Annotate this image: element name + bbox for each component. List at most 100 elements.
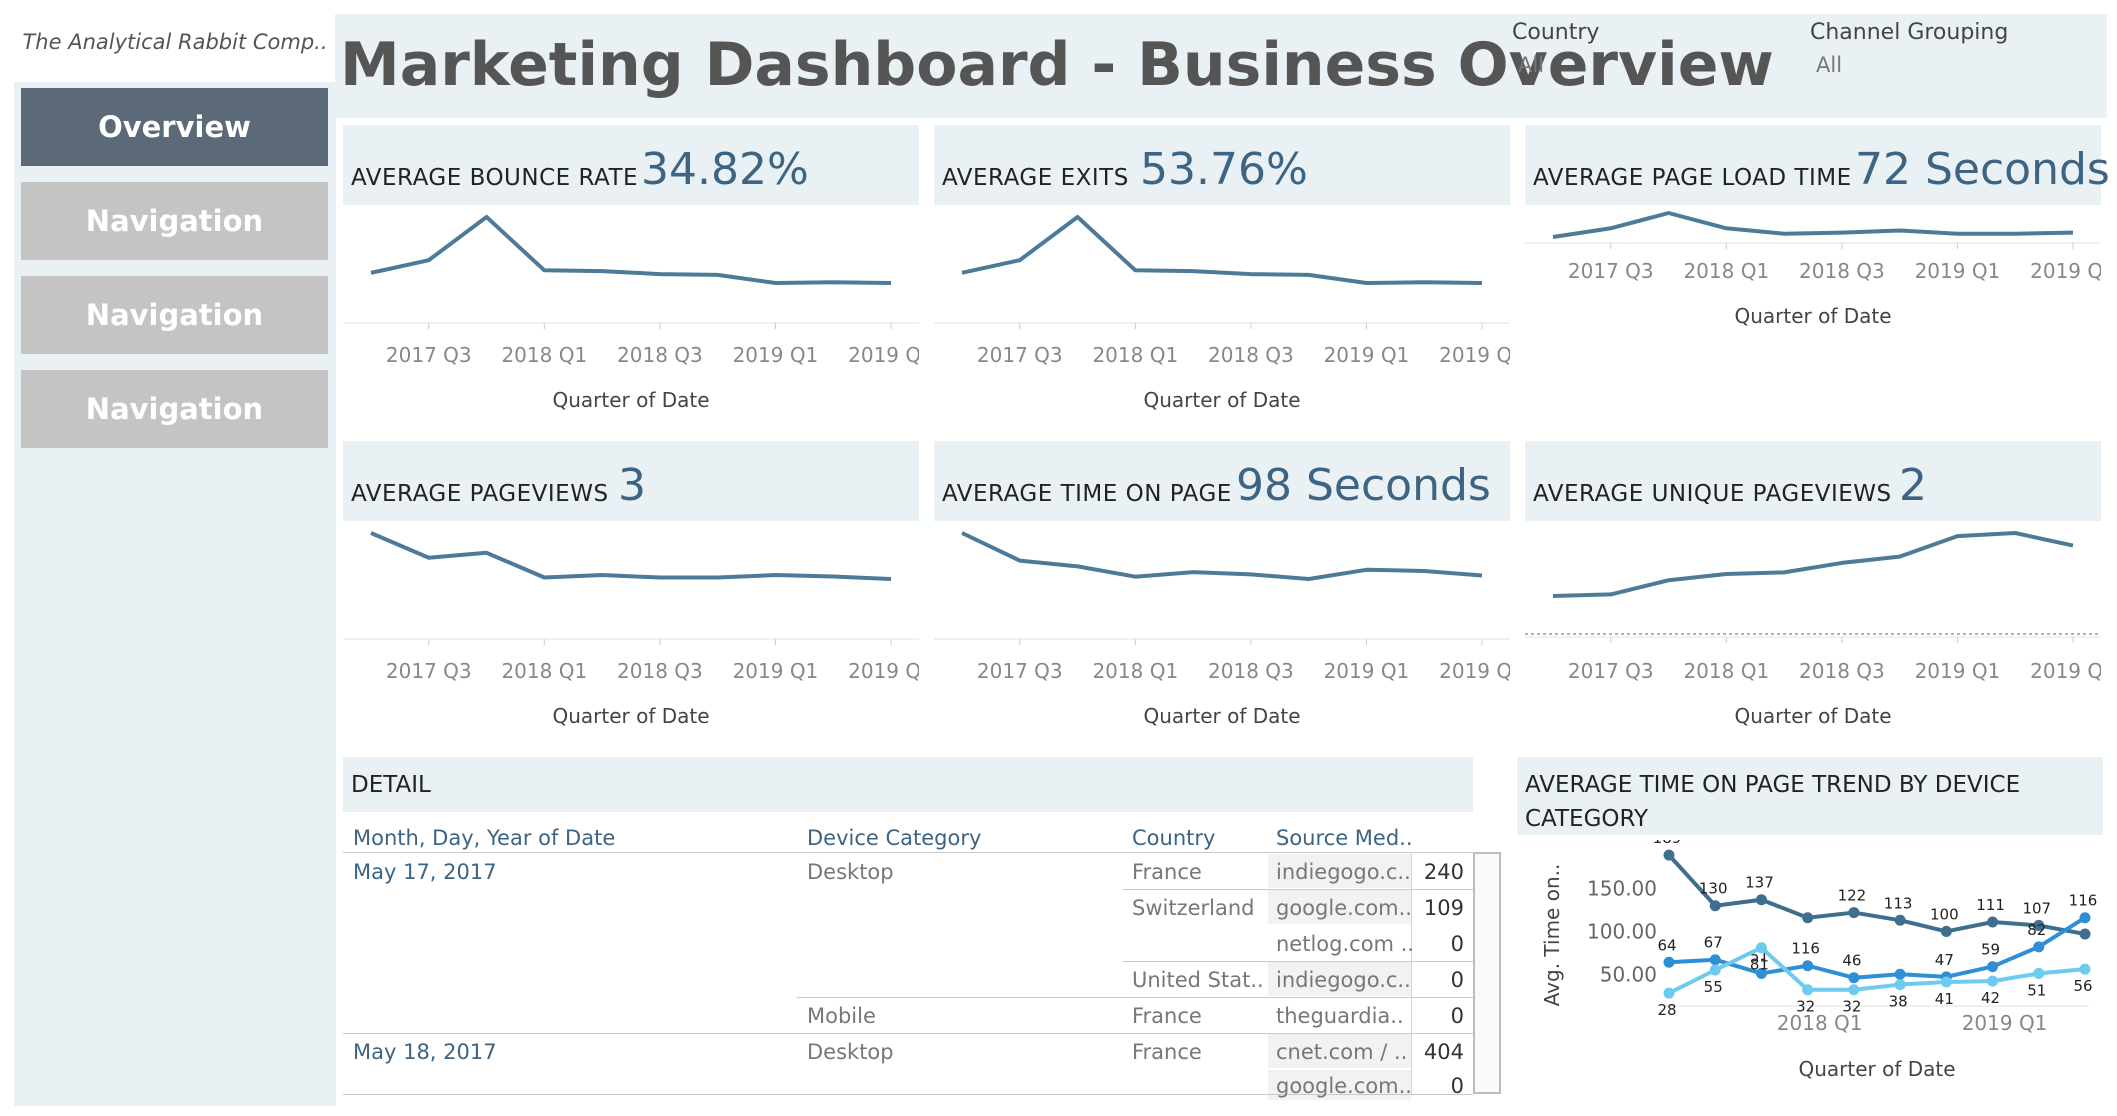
data-point	[1709, 900, 1721, 912]
series-line	[961, 215, 1483, 285]
data-point	[1894, 968, 1906, 980]
data-label: 82	[2027, 921, 2046, 939]
data-point	[1802, 960, 1814, 972]
data-label: 56	[2073, 977, 2092, 995]
column-divider	[1411, 852, 1412, 1094]
nav-button-3[interactable]: Navigation	[21, 370, 328, 448]
country-cell: United Stat..	[1132, 968, 1264, 992]
kpi-value: 34.82%	[641, 144, 809, 195]
data-point	[1802, 912, 1814, 924]
value-cell: 404	[1423, 1040, 1464, 1064]
data-label: 46	[1842, 952, 1861, 970]
x-tick-label: 2019 Q3	[2030, 259, 2101, 283]
data-point	[1663, 956, 1675, 968]
x-tick-label: 2017 Q3	[386, 659, 472, 683]
channel-filter-label: Channel Grouping	[1810, 20, 2009, 45]
data-point	[1987, 975, 1999, 987]
date-cell[interactable]: May 18, 2017	[353, 1040, 497, 1064]
exits-chart: 2017 Q3 2018 Q1 2018 Q3 2019 Q1 2019 Q3 Quart…	[934, 215, 1510, 412]
country-cell: Switzerland	[1132, 896, 1255, 920]
kpi-value: 53.76%	[1140, 144, 1308, 195]
series-line	[1668, 916, 2087, 980]
nav-button-1[interactable]: Navigation	[21, 182, 328, 260]
data-point	[2033, 967, 2045, 979]
kpi-pageviews: AVERAGE PAGEVIEWS 3	[343, 441, 919, 521]
country-cell: France	[1132, 1004, 1202, 1028]
data-point	[2079, 928, 2091, 940]
channel-filter-value[interactable]: All	[1816, 53, 2100, 77]
x-axis-title: Quarter of Date	[552, 704, 709, 728]
series-line	[370, 215, 892, 285]
x-axis-title: Quarter of Date	[1798, 1057, 1955, 1081]
kpi-value: 2	[1899, 460, 1927, 511]
x-tick-label: 2018 Q3	[1208, 343, 1294, 367]
kpi-label: AVERAGE BOUNCE RATE	[351, 165, 639, 191]
value-cell: 0	[1450, 968, 1464, 992]
col-header-source[interactable]: Source Med..	[1276, 826, 1413, 850]
data-point	[1940, 925, 1952, 937]
country-filter-label: Country	[1512, 20, 1600, 45]
country-filter-value[interactable]: All	[1518, 53, 1782, 77]
value-cell: 0	[1450, 1074, 1464, 1098]
x-tick-label: 2018 Q1	[501, 659, 587, 683]
y-tick-label: 100.00	[1587, 919, 1657, 943]
x-tick-label: 2018 Q1	[1092, 343, 1178, 367]
data-label: 41	[1935, 990, 1954, 1008]
nav-overview-button[interactable]: Overview	[21, 88, 328, 166]
series-line	[961, 531, 1483, 581]
kpi-label: AVERAGE UNIQUE PAGEVIEWS	[1533, 481, 1892, 507]
source-cell: indiegogo.c..	[1276, 968, 1411, 992]
x-tick-label: 2018 Q1	[1683, 259, 1769, 283]
x-axis-title: Quarter of Date	[1143, 388, 1300, 412]
data-label: 64	[1657, 936, 1676, 954]
x-tick-label: 2019 Q1	[1324, 343, 1410, 367]
x-tick-label: 2018 Q1	[1683, 659, 1769, 683]
time-on-page-chart: 2017 Q3 2018 Q1 2018 Q3 2019 Q1 2019 Q3 Quart…	[934, 531, 1510, 728]
col-header-date[interactable]: Month, Day, Year of Date	[353, 826, 615, 850]
source-cell: google.com..	[1276, 1074, 1412, 1098]
data-label: 113	[1884, 894, 1913, 912]
data-label: 111	[1976, 896, 2005, 914]
nav-button-2[interactable]: Navigation	[21, 276, 328, 354]
country-filter[interactable]: Country All	[1512, 20, 1782, 90]
device-cell: Desktop	[807, 860, 894, 884]
data-point	[1987, 961, 1999, 973]
source-cell: netlog.com ..	[1276, 932, 1415, 956]
unique-pageviews-chart: 2017 Q3 2018 Q1 2018 Q3 2019 Q1 2019 Q3 Quart…	[1525, 531, 2101, 728]
data-point	[1848, 984, 1860, 996]
table-scrollbar[interactable]	[1473, 852, 1501, 1094]
x-tick-label: 2019 Q3	[2030, 659, 2101, 683]
value-cell: 0	[1450, 1004, 1464, 1028]
date-cell[interactable]: May 17, 2017	[353, 860, 497, 884]
col-header-country[interactable]: Country	[1132, 826, 1215, 850]
x-tick-label: 2019 Q3	[1439, 659, 1510, 683]
data-label: 137	[1745, 874, 1774, 892]
x-tick-label: 2019 Q3	[848, 343, 919, 367]
detail-header	[343, 757, 1473, 812]
data-label: 51	[2027, 981, 2046, 999]
channel-grouping-filter[interactable]: Channel Grouping All	[1810, 20, 2100, 90]
data-point	[1663, 987, 1675, 999]
series-line	[370, 531, 892, 581]
series-line	[1552, 531, 2074, 598]
country-cell: France	[1132, 860, 1202, 884]
y-tick-label: 150.00	[1587, 877, 1657, 901]
kpi-label: AVERAGE TIME ON PAGE	[942, 481, 1232, 507]
data-label: 38	[1889, 993, 1908, 1011]
row-divider	[343, 1033, 1473, 1034]
bounce-rate-chart: 2017 Q3 2018 Q1 2018 Q3 2019 Q1 2019 Q3 Quart…	[343, 215, 919, 412]
col-header-device[interactable]: Device Category	[807, 826, 981, 850]
kpi-time-on-page: AVERAGE TIME ON PAGE 98 Seconds	[934, 441, 1510, 521]
data-point	[1663, 849, 1675, 861]
series-line	[1552, 211, 2074, 239]
kpi-value: 72 Seconds	[1855, 144, 2110, 195]
kpi-value: 3	[618, 460, 646, 511]
x-tick-label: 2018 Q3	[1799, 259, 1885, 283]
company-name: The Analytical Rabbit Comp..	[22, 30, 328, 54]
x-tick-label: 2017 Q3	[977, 343, 1063, 367]
x-axis-title: Quarter of Date	[1734, 704, 1891, 728]
x-tick-label: 2019 Q1	[1962, 1011, 2048, 1035]
data-label: 100	[1930, 905, 1959, 923]
x-tick-label: 2019 Q1	[1915, 659, 2001, 683]
data-point	[1709, 964, 1721, 976]
